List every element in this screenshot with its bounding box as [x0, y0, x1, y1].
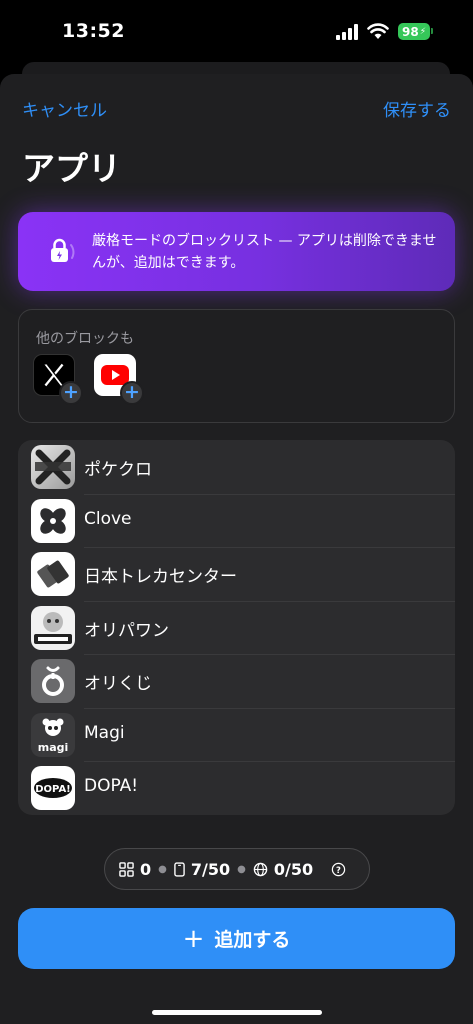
category-count: 0: [140, 859, 152, 879]
list-item[interactable]: オリパワン: [18, 600, 455, 655]
add-x-plus-icon[interactable]: +: [59, 381, 83, 405]
list-item[interactable]: ポケクロ: [18, 440, 455, 494]
home-indicator: [152, 1010, 322, 1015]
website-count: 0/50: [273, 859, 314, 879]
save-button[interactable]: 保存する: [383, 96, 451, 121]
battery-level: 98: [401, 24, 419, 39]
wifi-icon: [367, 23, 389, 39]
strict-mode-banner: 厳格モードのブロックリスト — アプリは削除できませんが、追加はできます。: [18, 212, 455, 291]
list-item[interactable]: DOPA! DOPA!: [18, 761, 455, 815]
category-grid-icon: [119, 861, 134, 877]
add-button[interactable]: + 追加する: [18, 908, 455, 969]
selection-stats-pill: 0 ● 7/50 ● 0/50 ?: [104, 848, 370, 890]
lock-icon: [51, 238, 75, 262]
app-name: Magi: [84, 722, 125, 743]
orikuji-app-icon: [31, 659, 75, 703]
globe-icon: [253, 862, 268, 876]
add-button-label: 追加する: [214, 929, 291, 951]
separator-dot: ●: [237, 863, 246, 875]
svg-text:DOPA!: DOPA!: [35, 784, 71, 795]
list-item[interactable]: Clove: [18, 493, 455, 548]
list-item[interactable]: 日本トレカセンター: [18, 547, 455, 601]
cellular-signal-icon: [336, 24, 360, 40]
app-name: Clove: [84, 508, 132, 529]
app-name: オリくじ: [84, 674, 152, 694]
page-title: アプリ: [22, 149, 121, 188]
battery-indicator: 98 ⚡: [398, 23, 430, 40]
app-name: ポケクロ: [84, 460, 152, 480]
list-item[interactable]: オリくじ: [18, 654, 455, 708]
other-blocks-card: 他のブロックも + +: [18, 309, 455, 423]
svg-text:?: ?: [336, 864, 341, 874]
battery-tip: [431, 28, 433, 34]
app-name: オリパワン: [84, 620, 169, 641]
status-time: 13:52: [62, 20, 125, 42]
app-name: DOPA!: [84, 776, 139, 796]
charging-bolt-icon: ⚡: [419, 26, 427, 37]
svg-text:magi: magi: [38, 741, 69, 754]
cancel-button[interactable]: キャンセル: [22, 96, 107, 121]
add-youtube-plus-icon[interactable]: +: [120, 381, 144, 405]
pokekuro-app-icon: [31, 445, 75, 489]
blocked-app-list: ポケクロ Clove 日本トレカセンター オリパワン オリくじ magi Mag…: [18, 440, 455, 815]
app-count: 7/50: [190, 859, 231, 879]
banner-text: 厳格モードのブロックリスト — アプリは削除できませんが、追加はできます。: [92, 233, 437, 271]
card-center-app-icon: [31, 552, 75, 596]
app-name: 日本トレカセンター: [84, 567, 237, 587]
plus-icon: +: [182, 923, 205, 954]
help-icon[interactable]: ?: [331, 862, 346, 877]
magi-app-icon: magi: [31, 712, 75, 757]
clove-app-icon: [31, 498, 75, 543]
oripawan-app-icon: [31, 605, 75, 650]
other-blocks-label: 他のブロックも: [36, 331, 134, 347]
dopa-app-icon: DOPA!: [31, 766, 75, 810]
list-item[interactable]: magi Magi: [18, 707, 455, 762]
app-phone-icon: [174, 861, 185, 877]
status-bar: 13:52 98 ⚡: [0, 0, 473, 62]
separator-dot: ●: [158, 863, 167, 875]
